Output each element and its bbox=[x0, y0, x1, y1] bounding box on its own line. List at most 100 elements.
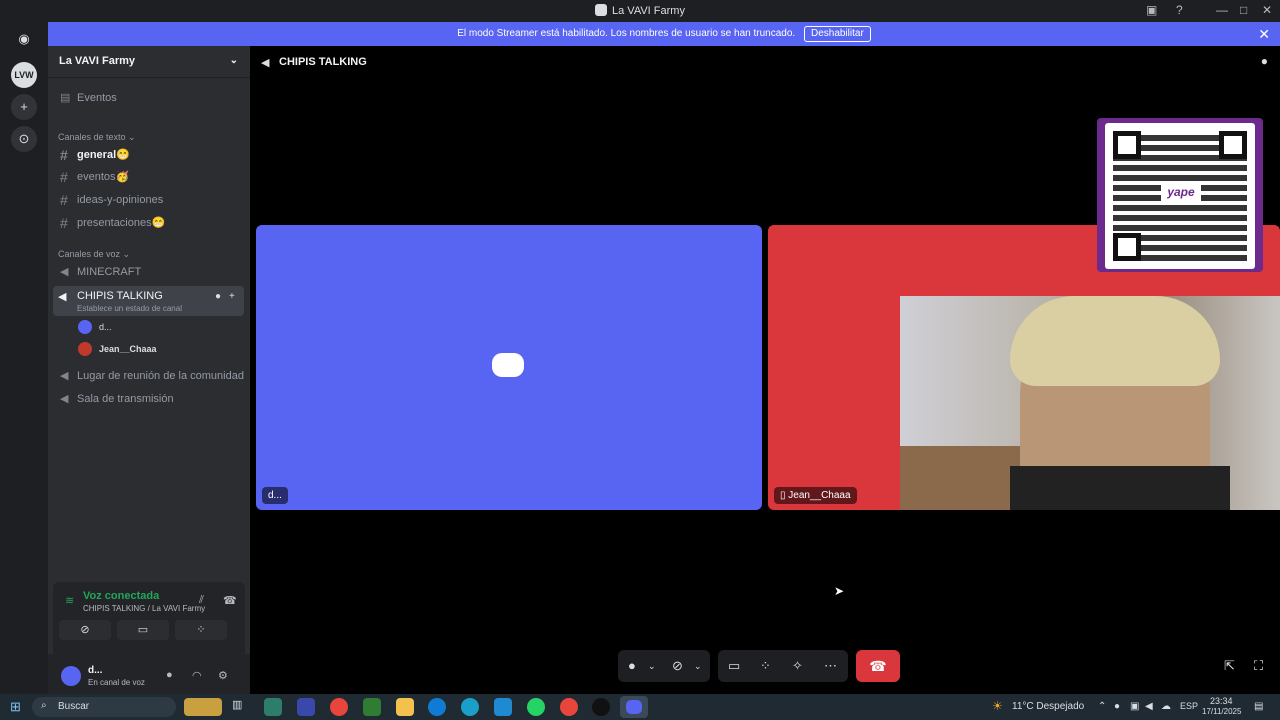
app-icon[interactable] bbox=[297, 698, 315, 716]
avatar[interactable] bbox=[61, 666, 81, 686]
disconnect-icon[interactable]: ☎ bbox=[223, 594, 237, 607]
voice-channel-lugar-de-reunion[interactable]: ◀ Lugar de reunión de la comunidad bbox=[56, 366, 244, 386]
volume-icon[interactable]: ◀ bbox=[1145, 701, 1153, 712]
chrome-icon[interactable] bbox=[560, 698, 578, 716]
notification-icon[interactable]: ▤ bbox=[1254, 701, 1263, 712]
activities-button[interactable]: ⁘ bbox=[175, 620, 227, 640]
camera-button[interactable]: ⊘ bbox=[59, 620, 111, 640]
add-server-icon[interactable]: + bbox=[11, 94, 37, 120]
close-icon[interactable]: ✕ bbox=[1258, 22, 1270, 46]
voice-channel-sala-de-transmision[interactable]: ◀ Sala de transmisión bbox=[56, 389, 244, 409]
chrome-icon[interactable] bbox=[330, 698, 348, 716]
invite-icon[interactable]: + bbox=[229, 291, 235, 302]
channel-ideas-y-opiniones[interactable]: # ideas-y-opiniones bbox=[56, 190, 244, 210]
voice-channel-chipis-talking[interactable]: ◀ CHIPIS TALKING Establece un estado de … bbox=[53, 286, 244, 316]
fullscreen-icon[interactable]: ⛶ bbox=[1254, 658, 1263, 674]
window-title: La VAVI Farmy bbox=[612, 5, 685, 17]
events-item[interactable]: ▤ Eventos bbox=[56, 88, 244, 108]
channel-presentaciones[interactable]: # presentaciones😁 bbox=[56, 213, 244, 233]
user-status: En canal de voz bbox=[88, 678, 145, 687]
speaker-icon: ◀ bbox=[60, 266, 69, 278]
disconnect-button[interactable]: ☎ bbox=[856, 650, 900, 682]
microphone-icon[interactable]: ● bbox=[166, 669, 173, 681]
channel-general[interactable]: # general😁 bbox=[56, 145, 244, 165]
screen-share-icon[interactable]: ▭ bbox=[728, 658, 740, 674]
speaker-icon: ◀ bbox=[58, 291, 67, 303]
widgets-icon[interactable] bbox=[184, 698, 222, 716]
hash-icon: # bbox=[60, 169, 68, 185]
help-icon[interactable]: ? bbox=[1176, 3, 1183, 17]
channel-sidebar: La VAVI Farmy ⌄ ▤ Eventos Canales de tex… bbox=[48, 46, 250, 694]
chevron-down-icon: ⌄ bbox=[229, 55, 238, 66]
speaker-icon: ◀ bbox=[60, 393, 69, 405]
edge-icon[interactable] bbox=[461, 698, 479, 716]
voice-location[interactable]: CHIPIS TALKING / La VAVI Farmy bbox=[83, 604, 205, 613]
channel-status[interactable]: Establece un estado de canal bbox=[77, 304, 182, 313]
calendar-icon: ▤ bbox=[60, 92, 71, 104]
clock-time[interactable]: 23:34 bbox=[1210, 696, 1233, 706]
chat-icon[interactable]: ● bbox=[215, 291, 221, 302]
voice-user[interactable]: Jean__Chaaa bbox=[78, 340, 238, 358]
title-bar: La VAVI Farmy ▣ ? — □ ✕ bbox=[0, 0, 1280, 22]
weather-text[interactable]: 11°C Despejado bbox=[1012, 701, 1084, 712]
microphone-icon[interactable]: ● bbox=[1114, 701, 1120, 712]
discord-logo-icon bbox=[492, 353, 524, 377]
maximize-button[interactable]: □ bbox=[1240, 3, 1247, 17]
chat-icon[interactable]: ● bbox=[1261, 54, 1268, 68]
channel-eventos[interactable]: # eventos🥳 bbox=[56, 167, 244, 187]
language-indicator[interactable]: ESP bbox=[1180, 701, 1198, 711]
app-icon[interactable] bbox=[264, 698, 282, 716]
tray-icon[interactable]: ▣ bbox=[1130, 701, 1139, 712]
user-panel: d... En canal de voz ● ◠ ⚙ bbox=[48, 654, 250, 694]
soundboard-icon[interactable]: ✧ bbox=[792, 658, 803, 674]
stage-channel-title: CHIPIS TALKING bbox=[279, 56, 367, 68]
cloud-icon[interactable]: ☁ bbox=[1161, 701, 1171, 712]
pop-out-icon[interactable]: ⇱ bbox=[1224, 658, 1235, 674]
text-category[interactable]: Canales de texto ⌄ bbox=[58, 132, 136, 143]
app-icon[interactable] bbox=[363, 698, 381, 716]
server-icon-la-vavi-farmy[interactable]: LVW bbox=[11, 62, 37, 88]
voice-channel-minecraft[interactable]: ◀ MINECRAFT bbox=[56, 262, 244, 282]
hash-icon: # bbox=[60, 215, 68, 231]
mouse-cursor-icon: ➤ bbox=[834, 584, 845, 598]
chevron-up-icon[interactable]: ⌃ bbox=[1098, 701, 1106, 712]
server-header[interactable]: La VAVI Farmy ⌄ bbox=[48, 46, 250, 78]
speaker-icon: ◀ bbox=[60, 370, 69, 382]
microphone-icon[interactable]: ● bbox=[628, 658, 636, 673]
furniture bbox=[900, 446, 1020, 510]
gear-icon[interactable]: ⚙ bbox=[218, 669, 228, 682]
disable-streamer-button[interactable]: Deshabilitar bbox=[803, 26, 871, 42]
discover-icon[interactable]: ⊙ bbox=[11, 126, 37, 152]
streamer-mode-banner: El modo Streamer está habilitado. Los no… bbox=[48, 22, 1280, 46]
video-tile-user[interactable]: d... bbox=[256, 225, 762, 510]
discord-home-icon[interactable]: ◉ bbox=[11, 26, 37, 52]
screen-share-button[interactable]: ▭ bbox=[117, 620, 169, 640]
voice-status[interactable]: Voz conectada bbox=[83, 590, 159, 602]
minimize-button[interactable]: — bbox=[1216, 3, 1228, 17]
app-icon[interactable] bbox=[428, 698, 446, 716]
vscode-icon[interactable] bbox=[494, 698, 512, 716]
yape-logo: yape bbox=[1161, 181, 1201, 203]
noise-suppression-icon[interactable]: ⫽ bbox=[199, 594, 204, 607]
signal-icon: ≋ bbox=[65, 595, 75, 607]
task-view-icon[interactable]: ▥ bbox=[232, 698, 250, 716]
voice-stage: ◀ CHIPIS TALKING ● d... ▯ Jean__Chaaa ya… bbox=[250, 46, 1280, 694]
app-icon[interactable] bbox=[592, 698, 610, 716]
whatsapp-icon[interactable] bbox=[527, 698, 545, 716]
windows-start-icon[interactable]: ⊞ bbox=[10, 699, 21, 715]
username[interactable]: d... bbox=[88, 665, 102, 676]
voice-user[interactable]: d... bbox=[78, 318, 238, 336]
inbox-icon[interactable]: ▣ bbox=[1146, 3, 1157, 17]
discord-taskbar-icon[interactable] bbox=[620, 696, 648, 718]
chevron-down-icon[interactable]: ⌄ bbox=[694, 661, 702, 672]
camera-off-icon[interactable]: ⊘ bbox=[672, 658, 683, 674]
voice-category[interactable]: Canales de voz ⌄ bbox=[58, 249, 130, 260]
chevron-down-icon[interactable]: ⌄ bbox=[648, 661, 656, 672]
headphones-icon[interactable]: ◠ bbox=[192, 669, 202, 682]
clock-date[interactable]: 17/11/2025 bbox=[1202, 707, 1241, 716]
activities-icon[interactable]: ⁘ bbox=[760, 658, 771, 674]
more-icon[interactable]: ⋯ bbox=[824, 658, 837, 674]
taskbar-search[interactable]: ⌕ Buscar bbox=[32, 697, 176, 717]
file-explorer-icon[interactable] bbox=[396, 698, 414, 716]
close-button[interactable]: ✕ bbox=[1262, 3, 1272, 17]
